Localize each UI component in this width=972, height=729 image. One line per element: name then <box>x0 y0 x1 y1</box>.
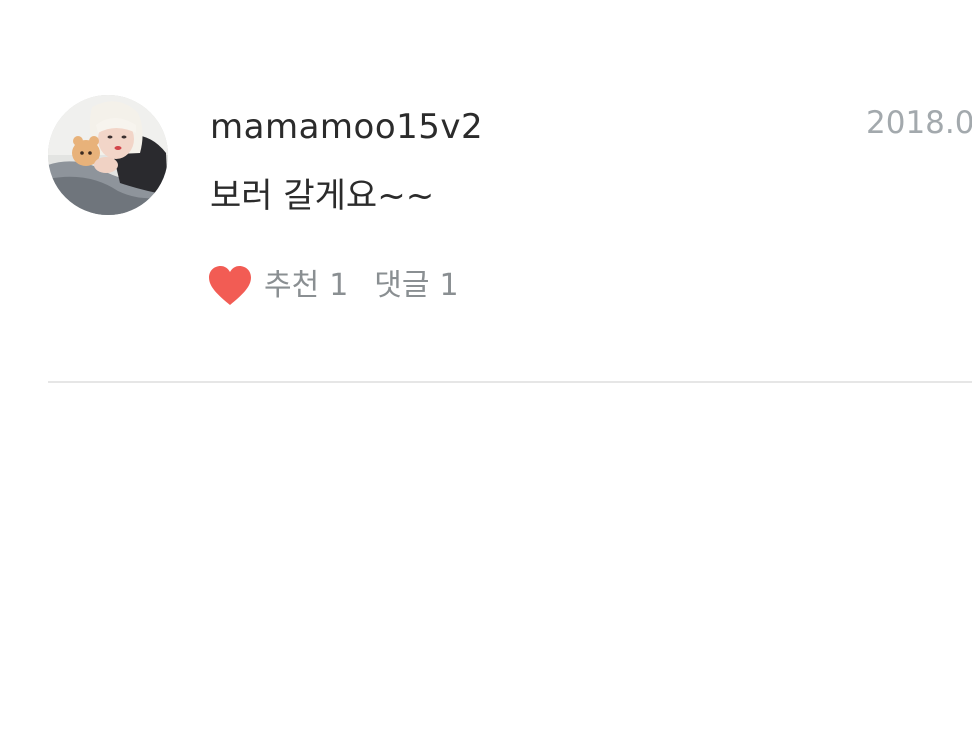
like-label: 추천 <box>264 268 320 303</box>
reply-count: 1 <box>439 268 459 303</box>
like-count: 1 <box>329 268 349 303</box>
reply-button[interactable]: 댓글 1 <box>374 262 458 310</box>
comment-body: 보러 갈게요~~ <box>210 176 435 216</box>
heart-icon <box>209 266 251 305</box>
comment-page: mamamoo15v2 2018.0 보러 갈게요~~ 추천 1 댓글 1 <box>0 0 972 729</box>
avatar-image <box>48 95 168 215</box>
like-button[interactable]: 추천 1 <box>208 262 348 310</box>
reply-label: 댓글 <box>374 268 430 303</box>
avatar[interactable] <box>48 95 168 215</box>
username[interactable]: mamamoo15v2 <box>210 104 483 150</box>
comment-actions: 추천 1 댓글 1 <box>208 262 459 310</box>
comment-item: mamamoo15v2 2018.0 보러 갈게요~~ 추천 1 댓글 1 <box>0 0 972 384</box>
comment-divider <box>48 381 972 383</box>
timestamp: 2018.0 <box>866 105 972 141</box>
